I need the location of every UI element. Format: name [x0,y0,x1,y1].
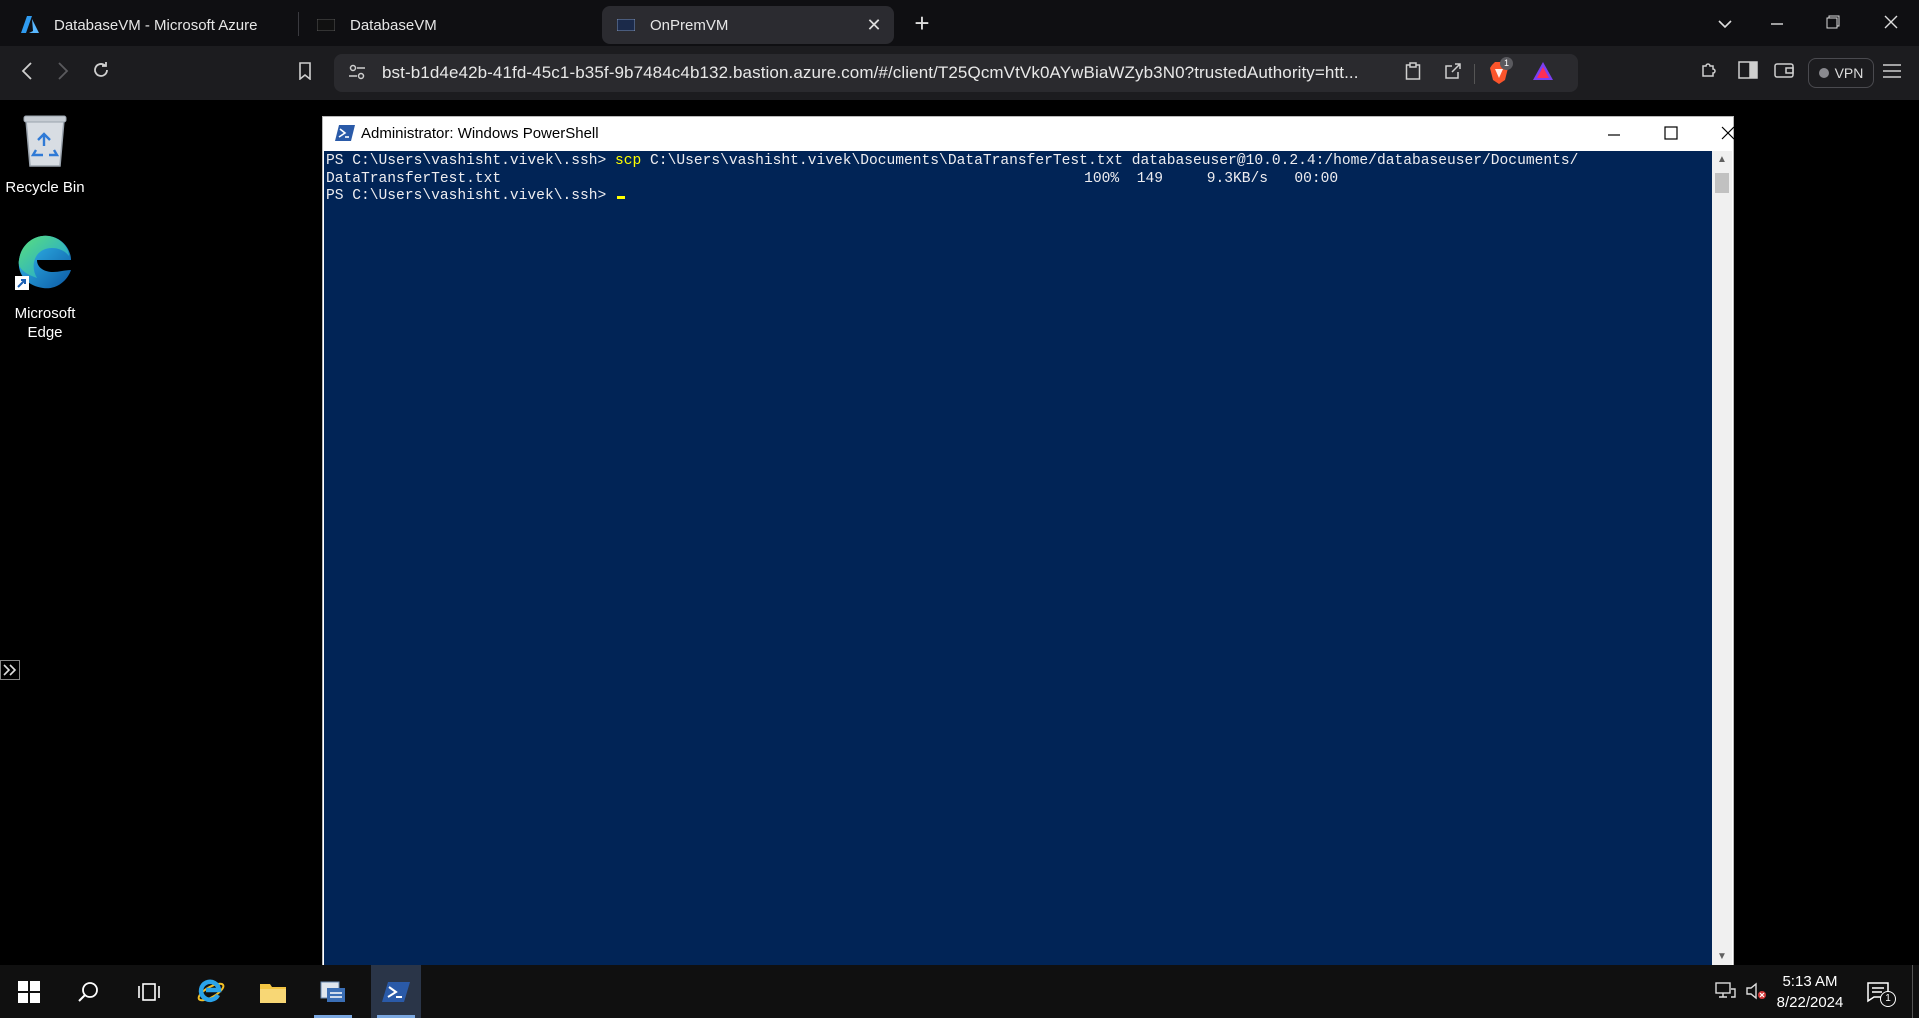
scroll-up-icon[interactable]: ▲ [1712,151,1732,169]
shields-badge: 1 [1500,57,1513,70]
azure-logo-icon [20,16,40,34]
reload-icon[interactable] [86,58,116,88]
recycle-bin-icon [23,115,67,167]
menu-icon[interactable] [1878,59,1906,87]
share-icon[interactable] [1440,61,1466,87]
powershell-console[interactable]: PS C:\Users\vashisht.vivek\.ssh> scp C:\… [324,151,1712,966]
new-tab-button[interactable]: + [910,9,934,37]
powershell-icon [335,125,355,143]
minimize-icon[interactable] [1760,8,1794,38]
expand-panel-icon[interactable] [0,660,20,682]
desktop-icon-microsoft-edge[interactable]: Microsoft Edge [0,230,90,342]
task-view-icon [138,982,160,1001]
folder-icon [260,983,286,1003]
tab-title: DatabaseVM [350,16,437,34]
desktop-icon-label: Microsoft Edge [14,305,76,341]
console-command-args: C:\Users\vashisht.vivek\Documents\DataTr… [641,153,1579,169]
console-cursor [617,196,626,199]
volume-muted-icon[interactable] [1744,981,1768,1003]
brave-rewards-icon[interactable] [1530,61,1556,87]
taskbar-clock[interactable]: 5:13 AM 8/22/2024 [1768,971,1852,1013]
vpn-button[interactable]: VPN [1808,58,1874,88]
taskbar-powershell[interactable] [371,965,421,1018]
browser-toolbar: bst-b1d4e42b-41fd-45c1-b35f-9b7484c4b132… [0,46,1919,100]
search-button[interactable] [64,965,114,1018]
powershell-title-bar[interactable]: Administrator: Windows PowerShell [323,117,1735,151]
ps-minimize-icon[interactable] [1591,119,1637,149]
vpn-label: VPN [1834,65,1864,81]
start-button[interactable] [4,965,54,1018]
console-transfer-file: DataTransferTest.txt [326,170,502,187]
powershell-window[interactable]: Administrator: Windows PowerShell PS C:\… [322,116,1735,970]
sidebar-toggle-icon[interactable] [1734,59,1762,87]
address-divider [1474,64,1475,84]
tab-onpremvm[interactable]: OnPremVM ✕ [602,6,894,44]
taskbar: 5:13 AM 8/22/2024 1 [0,965,1919,1018]
back-icon[interactable] [12,58,42,88]
ps-close-icon[interactable] [1705,119,1751,149]
wallet-icon[interactable] [1770,59,1798,87]
console-prompt: PS C:\Users\vashisht.vivek\.ssh> [326,188,616,204]
taskbar-file-explorer[interactable] [248,965,298,1018]
console-command: scp [615,153,642,169]
network-icon[interactable] [1714,981,1738,1003]
console-prompt: PS C:\Users\vashisht.vivek\.ssh> [326,153,616,169]
clock-time: 5:13 AM [1782,973,1838,990]
ps-maximize-icon[interactable] [1648,119,1694,149]
vpn-status-dot [1818,68,1829,78]
clipboard-icon[interactable] [1400,61,1426,87]
desktop-icon-label: Recycle Bin [5,179,85,196]
tab-title: DatabaseVM - Microsoft Azure [54,16,258,34]
edge-icon [15,235,72,290]
tab-databasevm[interactable]: DatabaseVM [302,6,598,44]
desktop-icon-recycle-bin[interactable]: Recycle Bin [0,110,90,197]
internet-explorer-icon [197,979,225,1002]
tab-search-chevron-icon[interactable] [1708,8,1742,38]
tab-divider [298,12,299,36]
taskbar-internet-explorer[interactable] [186,965,236,1018]
clock-date: 8/22/2024 [1776,994,1844,1011]
search-icon [78,981,98,1002]
notification-count: 1 [1880,991,1896,1007]
browser-tab-strip: DatabaseVM - Microsoft Azure DatabaseVM … [0,0,1919,46]
action-center-icon[interactable]: 1 [1866,981,1896,1007]
taskbar-server-manager[interactable] [308,965,358,1018]
scrollbar-thumb[interactable] [1715,173,1729,193]
brave-shields-icon[interactable]: 1 [1486,57,1513,87]
tab-databasevm-azure[interactable]: DatabaseVM - Microsoft Azure [6,6,296,44]
terminal-tab-icon [316,16,336,34]
address-bar[interactable]: bst-b1d4e42b-41fd-45c1-b35f-9b7484c4b132… [334,54,1578,92]
restore-icon[interactable] [1816,8,1850,38]
site-settings-icon[interactable] [344,61,370,87]
extensions-icon[interactable] [1696,59,1724,87]
task-view-button[interactable] [124,965,174,1018]
tab-title: OnPremVM [650,16,729,34]
terminal-tab-icon [616,16,636,34]
console-scrollbar[interactable]: ▲ ▼ [1712,151,1732,966]
powershell-taskbar-icon [382,981,410,1002]
show-desktop-button[interactable] [1912,965,1913,1018]
scroll-down-icon[interactable]: ▼ [1712,948,1732,966]
powershell-title: Administrator: Windows PowerShell [361,125,599,142]
forward-icon[interactable] [48,58,78,88]
bookmark-icon[interactable] [290,58,320,88]
server-manager-icon [320,981,345,1002]
url-text[interactable]: bst-b1d4e42b-41fd-45c1-b35f-9b7484c4b132… [382,63,1359,83]
close-window-icon[interactable] [1874,8,1908,38]
close-tab-icon[interactable]: ✕ [864,15,884,35]
console-transfer-progress: 100% 149 9.3KB/s 00:00 [1084,170,1339,187]
windows-logo-icon [18,980,40,1003]
